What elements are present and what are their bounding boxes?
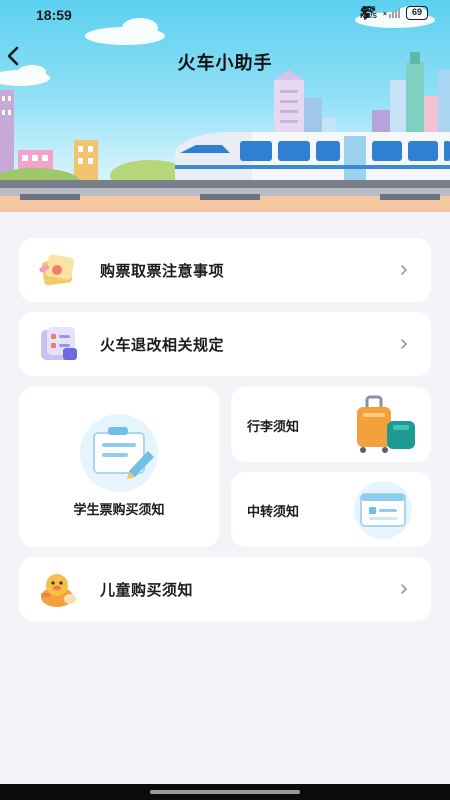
menu-item-child-ticket[interactable]: 儿童购买须知	[19, 557, 431, 621]
student-document-icon	[80, 414, 158, 492]
luggage-icon	[357, 395, 415, 453]
signal-label: ×	[382, 11, 387, 18]
home-gesture-handle[interactable]	[150, 790, 300, 794]
wifi-icon	[360, 6, 376, 18]
refund-checklist-icon	[41, 327, 77, 360]
transfer-window-icon	[354, 481, 412, 539]
chevron-right-icon	[401, 584, 408, 594]
ticket-notes-icon	[39, 254, 75, 286]
battery-indicator: 69	[405, 6, 428, 20]
menu-item-student-ticket[interactable]: 学生票购买须知	[19, 387, 219, 547]
title-bar: 火车小助手	[0, 42, 450, 78]
signal-icon: ×	[383, 8, 400, 18]
child-duck-icon	[41, 574, 76, 607]
status-icons: 2.00 KB/S × 69	[360, 6, 428, 20]
menu-item-transfer-label: 中转须知	[247, 504, 300, 519]
page-title: 火车小助手	[177, 53, 273, 73]
menu-item-transfer[interactable]: 中转须知	[231, 472, 431, 547]
menu-item-luggage[interactable]: 行李须知	[231, 387, 431, 462]
menu-item-child-ticket-label: 儿童购买须知	[100, 582, 194, 599]
status-bar: 18:59 2.00 KB/S × 69	[0, 0, 450, 32]
header-banner: 18:59 2.00 KB/S × 69	[0, 0, 450, 212]
menu-item-student-ticket-label: 学生票购买须知	[73, 502, 165, 517]
menu-item-refund-rules[interactable]: 火车退改相关规定	[19, 312, 431, 376]
chevron-right-icon	[401, 339, 408, 349]
chevron-right-icon	[401, 265, 408, 275]
status-time: 18:59	[36, 7, 72, 23]
menu-item-ticket-notice[interactable]: 购票取票注意事项	[19, 238, 431, 302]
menu-item-luggage-label: 行李须知	[247, 419, 300, 434]
menu-item-ticket-notice-label: 购票取票注意事项	[100, 263, 225, 280]
system-navigation-bar	[0, 784, 450, 800]
menu-item-refund-rules-label: 火车退改相关规定	[100, 337, 225, 354]
